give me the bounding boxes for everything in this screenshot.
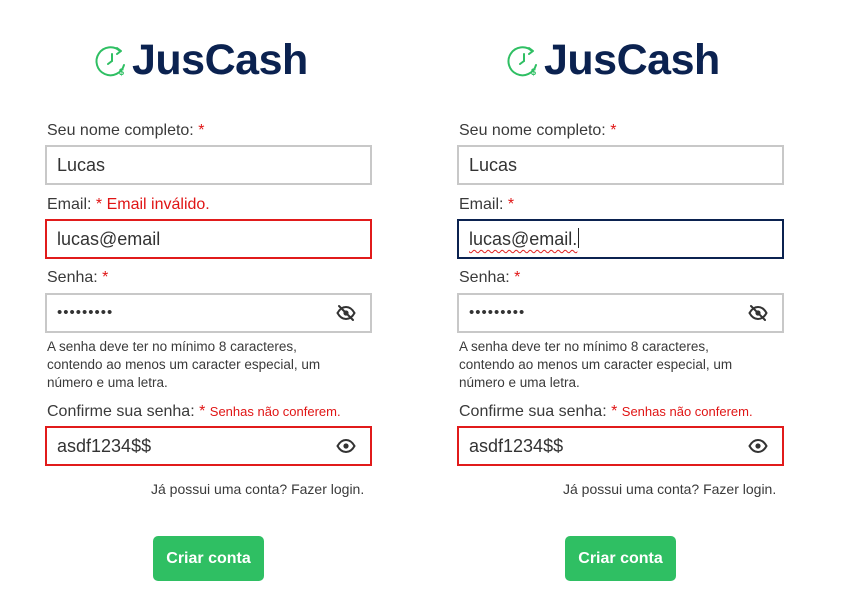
text-caret: [578, 228, 580, 248]
confirm-error-message: Senhas não conferem.: [621, 404, 753, 419]
brand-name: JusCash: [544, 36, 720, 84]
confirm-password-label: Confirme sua senha: * Senhas não confere…: [459, 402, 753, 422]
name-input-value: Lucas: [469, 155, 518, 175]
confirm-password-input[interactable]: asdf1234$$: [457, 426, 784, 466]
required-mark: *: [95, 196, 103, 213]
password-input[interactable]: •••••••••: [45, 293, 372, 333]
email-label-text: Email:: [47, 196, 92, 213]
name-label-text: Seu nome completo:: [459, 122, 606, 139]
confirm-label-text: Confirme sua senha:: [47, 403, 195, 420]
name-label: Seu nome completo: *: [47, 121, 204, 141]
signup-form-panel-left: $ JusCash Seu nome completo: * Lucas Ema…: [45, 0, 375, 600]
confirm-label-text: Confirme sua senha:: [459, 403, 607, 420]
required-mark: *: [198, 122, 205, 139]
name-label: Seu nome completo: *: [459, 121, 616, 141]
password-label: Senha: *: [47, 268, 108, 288]
required-mark: *: [610, 122, 617, 139]
email-input-value: lucas@email: [57, 229, 161, 249]
email-error-message: Email inválido.: [106, 196, 210, 213]
password-label-text: Senha:: [459, 269, 510, 286]
name-input[interactable]: Lucas: [45, 145, 372, 185]
create-account-button[interactable]: Criar conta: [153, 536, 264, 581]
create-account-button[interactable]: Criar conta: [565, 536, 676, 581]
clock-dollar-icon: $: [95, 46, 125, 77]
password-input-value: •••••••••: [469, 304, 526, 321]
email-input[interactable]: lucas@email: [45, 219, 372, 259]
password-label: Senha: *: [459, 268, 520, 288]
email-input-value: lucas@email.: [469, 229, 578, 249]
login-link[interactable]: Já possui uma conta? Fazer login.: [151, 481, 364, 497]
password-hint: A senha deve ter no mínimo 8 caracteres,…: [47, 339, 321, 390]
password-label-text: Senha:: [47, 269, 98, 286]
email-input[interactable]: lucas@email.: [457, 219, 784, 259]
password-input-value: •••••••••: [57, 304, 114, 321]
clock-dollar-icon: $: [507, 46, 537, 77]
email-input-value-wrap: lucas@email.: [469, 221, 580, 257]
brand-name: JusCash: [132, 36, 308, 84]
logo: $ JusCash: [94, 38, 308, 82]
required-mark: *: [102, 269, 109, 286]
email-label: Email: * Email inválido.: [47, 195, 210, 215]
confirm-password-value: asdf1234$$: [469, 436, 564, 456]
confirm-password-input[interactable]: asdf1234$$: [45, 426, 372, 466]
email-label: Email: *: [459, 195, 514, 215]
signup-form-panel-right: $ JusCash Seu nome completo: * Lucas Ema…: [457, 0, 787, 600]
password-hint: A senha deve ter no mínimo 8 caracteres,…: [459, 339, 733, 390]
logo: $ JusCash: [506, 38, 720, 82]
confirm-password-value: asdf1234$$: [57, 436, 152, 456]
eye-slash-icon[interactable]: [748, 304, 768, 322]
name-input[interactable]: Lucas: [457, 145, 784, 185]
confirm-error-message: Senhas não conferem.: [209, 404, 341, 419]
password-input[interactable]: •••••••••: [457, 293, 784, 333]
email-label-text: Email:: [459, 196, 504, 213]
svg-text:$: $: [531, 67, 536, 77]
eye-icon[interactable]: [748, 437, 768, 455]
svg-text:$: $: [119, 67, 124, 77]
eye-slash-icon[interactable]: [336, 304, 356, 322]
name-input-value: Lucas: [57, 155, 106, 175]
required-mark: *: [514, 269, 521, 286]
login-link[interactable]: Já possui uma conta? Fazer login.: [563, 481, 776, 497]
required-mark: *: [507, 196, 515, 213]
eye-icon[interactable]: [336, 437, 356, 455]
name-label-text: Seu nome completo:: [47, 122, 194, 139]
confirm-password-label: Confirme sua senha: * Senhas não confere…: [47, 402, 341, 422]
required-mark: *: [611, 403, 618, 420]
required-mark: *: [199, 403, 206, 420]
